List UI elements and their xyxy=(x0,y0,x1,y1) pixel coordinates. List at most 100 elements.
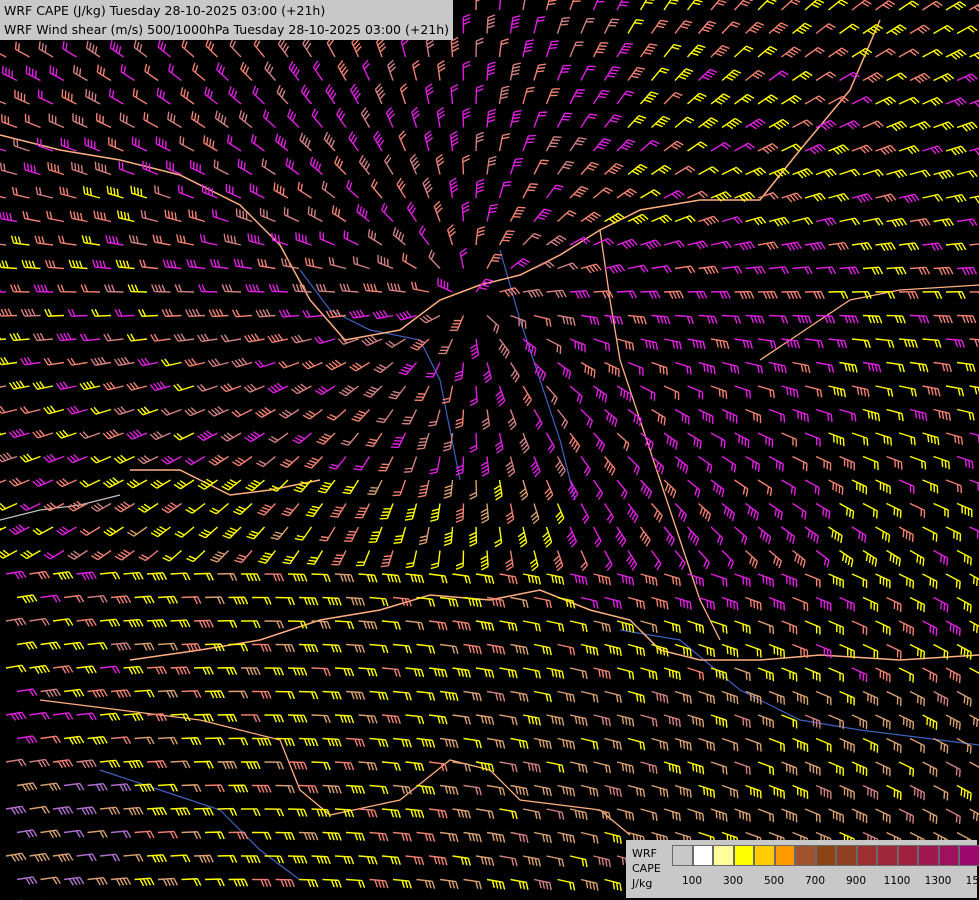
wind-barb xyxy=(734,573,751,587)
wind-barb xyxy=(533,314,552,327)
wind-barb xyxy=(76,759,97,769)
legend-tick-label: 700 xyxy=(804,875,826,887)
wind-barb xyxy=(875,338,895,349)
wind-barb xyxy=(463,737,482,749)
wind-barb xyxy=(232,455,253,467)
wind-barb xyxy=(604,784,622,798)
wind-barb xyxy=(376,409,394,424)
wind-barb xyxy=(839,361,858,373)
wind-barb xyxy=(509,15,521,34)
wind-barb xyxy=(734,808,751,822)
wind-barb xyxy=(282,550,300,565)
wind-barb xyxy=(435,153,445,175)
wind-barb xyxy=(258,550,277,564)
wind-barb xyxy=(663,140,684,152)
wind-barb xyxy=(933,24,954,35)
wind-barb xyxy=(449,177,459,199)
wind-barb xyxy=(886,596,902,613)
wind-barb xyxy=(533,878,552,891)
wind-barb xyxy=(379,503,394,520)
wind-barb xyxy=(29,570,50,580)
wind-barb xyxy=(663,385,680,401)
wind-barb xyxy=(99,665,121,674)
wind-barb xyxy=(839,23,860,35)
wind-barb xyxy=(425,83,434,105)
wind-barb xyxy=(792,408,809,423)
wind-barb xyxy=(828,761,844,776)
wind-barb xyxy=(522,288,544,299)
wind-barb xyxy=(381,573,401,583)
wind-barb xyxy=(428,573,448,584)
wind-barb xyxy=(339,283,359,293)
wind-barb xyxy=(358,855,378,865)
wind-barb xyxy=(55,429,77,439)
wind-barb xyxy=(345,784,366,794)
wind-barb xyxy=(287,808,308,817)
wind-barb xyxy=(56,332,77,342)
wind-barb xyxy=(933,502,949,518)
wind-barb xyxy=(369,878,389,889)
wind-barb xyxy=(851,144,873,154)
wind-barb xyxy=(220,334,242,343)
wind-barb xyxy=(569,714,588,727)
title-cape: WRF CAPE (J/kg) Tuesday 28-10-2025 03:00… xyxy=(4,3,326,18)
wind-barb xyxy=(604,264,626,274)
wind-barb xyxy=(862,737,879,753)
wind-barb xyxy=(226,134,242,152)
wind-barb xyxy=(851,242,873,251)
wind-barb xyxy=(251,643,272,652)
wind-barb xyxy=(557,643,576,656)
wind-barb xyxy=(439,878,459,890)
wind-barb xyxy=(792,737,809,753)
wind-barb xyxy=(922,573,938,589)
wind-barb xyxy=(353,456,371,471)
wind-barb xyxy=(499,761,518,773)
wind-barb xyxy=(945,526,962,542)
wind-barb xyxy=(757,526,772,545)
wind-barb xyxy=(933,169,955,180)
wind-barb xyxy=(185,502,206,514)
wind-barb xyxy=(5,711,27,721)
wind-barb xyxy=(945,1,967,11)
wind-barb xyxy=(792,596,809,612)
wind-barb xyxy=(886,217,908,228)
wind-barb xyxy=(804,620,821,635)
wind-barb xyxy=(275,690,296,700)
wind-barb xyxy=(381,202,394,222)
wind-barb xyxy=(405,808,425,819)
wind-barb xyxy=(59,186,77,199)
wind-barb xyxy=(651,214,673,224)
wind-barb xyxy=(257,258,276,270)
wind-barb xyxy=(204,737,225,746)
wind-barb xyxy=(68,259,88,270)
wind-barb xyxy=(969,49,979,61)
wind-barb xyxy=(275,643,296,653)
wind-barb xyxy=(373,361,394,374)
wind-barb xyxy=(90,455,112,464)
wind-barb xyxy=(416,690,436,701)
wind-barb xyxy=(5,805,27,815)
wind-barb xyxy=(862,408,881,422)
wind-barb xyxy=(105,234,124,246)
legend-swatch xyxy=(815,845,836,866)
wind-barb xyxy=(157,736,179,745)
wind-barb xyxy=(21,259,41,270)
wind-barb xyxy=(319,526,336,542)
wind-barb xyxy=(436,106,446,128)
wind-barb xyxy=(768,266,790,275)
wind-barb xyxy=(956,314,977,324)
wind-barb xyxy=(63,782,85,791)
wind-barb xyxy=(345,690,366,700)
wind-barb xyxy=(311,573,331,583)
wind-barb xyxy=(698,361,716,375)
wind-barb xyxy=(237,158,253,176)
wind-barb xyxy=(828,808,844,823)
wind-barb xyxy=(663,0,681,11)
wind-barb xyxy=(593,338,611,352)
wind-barb xyxy=(546,808,565,820)
wind-barb xyxy=(358,154,371,175)
wind-barb xyxy=(768,70,789,82)
wind-barb xyxy=(851,620,868,636)
wind-barb xyxy=(616,42,633,58)
wind-barb xyxy=(768,408,786,423)
